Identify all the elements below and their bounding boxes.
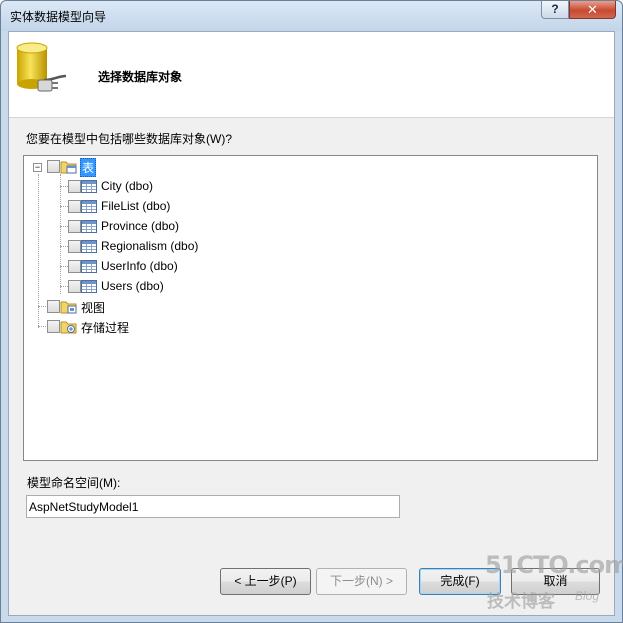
window-title: 实体数据模型向导	[10, 10, 107, 24]
tree-node-table[interactable]: Province (dbo)	[24, 218, 224, 236]
tree-node-views[interactable]: 视图	[24, 298, 144, 316]
table-node-label: FileList (dbo)	[101, 199, 171, 213]
table-checkbox[interactable]	[68, 260, 81, 273]
database-objects-tree[interactable]: − 表 City (dbo) FileList (dbo) Province (…	[23, 155, 598, 461]
table-checkbox[interactable]	[68, 200, 81, 213]
views-checkbox[interactable]	[47, 300, 60, 313]
back-button[interactable]: < 上一步(P)	[220, 568, 311, 595]
objects-prompt: 您要在模型中包括哪些数据库对象(W)?	[26, 132, 232, 146]
tree-node-table[interactable]: FileList (dbo)	[24, 198, 224, 216]
title-bar[interactable]: 实体数据模型向导 ? ✕	[1, 1, 622, 31]
wizard-window: 实体数据模型向导 ? ✕ 选择数据库对象 您要在模型中包括哪些数据库对象(W)?…	[0, 0, 623, 623]
wizard-header: 选择数据库对象	[9, 32, 614, 118]
table-icon	[81, 280, 97, 293]
tables-checkbox[interactable]	[47, 160, 60, 173]
tree-node-tables[interactable]: − 表	[24, 158, 124, 177]
table-node-label: Users (dbo)	[101, 279, 164, 293]
namespace-input[interactable]	[26, 495, 400, 518]
table-icon	[81, 220, 97, 233]
table-icon	[81, 260, 97, 273]
table-checkbox[interactable]	[68, 220, 81, 233]
close-button[interactable]: ✕	[569, 1, 616, 19]
procedure-folder-icon	[60, 321, 77, 334]
table-icon	[81, 240, 97, 253]
cancel-button[interactable]: 取消	[511, 568, 600, 595]
table-node-label: City (dbo)	[101, 179, 154, 193]
tree-node-table[interactable]: Users (dbo)	[24, 278, 224, 296]
table-icon	[81, 180, 97, 193]
next-button[interactable]: 下一步(N) >	[316, 568, 407, 595]
help-button[interactable]: ?	[541, 1, 569, 19]
view-folder-icon	[60, 301, 77, 314]
wizard-client-area: 选择数据库对象 您要在模型中包括哪些数据库对象(W)? − 表 City (db…	[8, 31, 615, 616]
tree-node-table[interactable]: Regionalism (dbo)	[24, 238, 224, 256]
table-node-label: Province (dbo)	[101, 219, 180, 233]
page-title: 选择数据库对象	[98, 70, 183, 84]
tree-node-table[interactable]: City (dbo)	[24, 178, 224, 196]
stored-procedures-checkbox[interactable]	[47, 320, 60, 333]
collapse-toggle[interactable]: −	[33, 163, 42, 172]
tree-node-stored-procedures[interactable]: 存储过程	[24, 318, 164, 336]
table-node-label: Regionalism (dbo)	[101, 239, 199, 253]
tables-node-label: 表	[80, 158, 97, 177]
namespace-label: 模型命名空间(M):	[27, 476, 121, 490]
database-plug-icon	[16, 42, 67, 92]
finish-button[interactable]: 完成(F)	[419, 568, 501, 595]
tree-node-table[interactable]: UserInfo (dbo)	[24, 258, 224, 276]
stored-procedures-node-label: 存储过程	[81, 321, 130, 335]
table-checkbox[interactable]	[68, 180, 81, 193]
table-checkbox[interactable]	[68, 280, 81, 293]
table-icon	[81, 200, 97, 213]
table-checkbox[interactable]	[68, 240, 81, 253]
table-folder-icon	[60, 161, 77, 174]
table-node-label: UserInfo (dbo)	[101, 259, 178, 273]
views-node-label: 视图	[81, 301, 106, 315]
